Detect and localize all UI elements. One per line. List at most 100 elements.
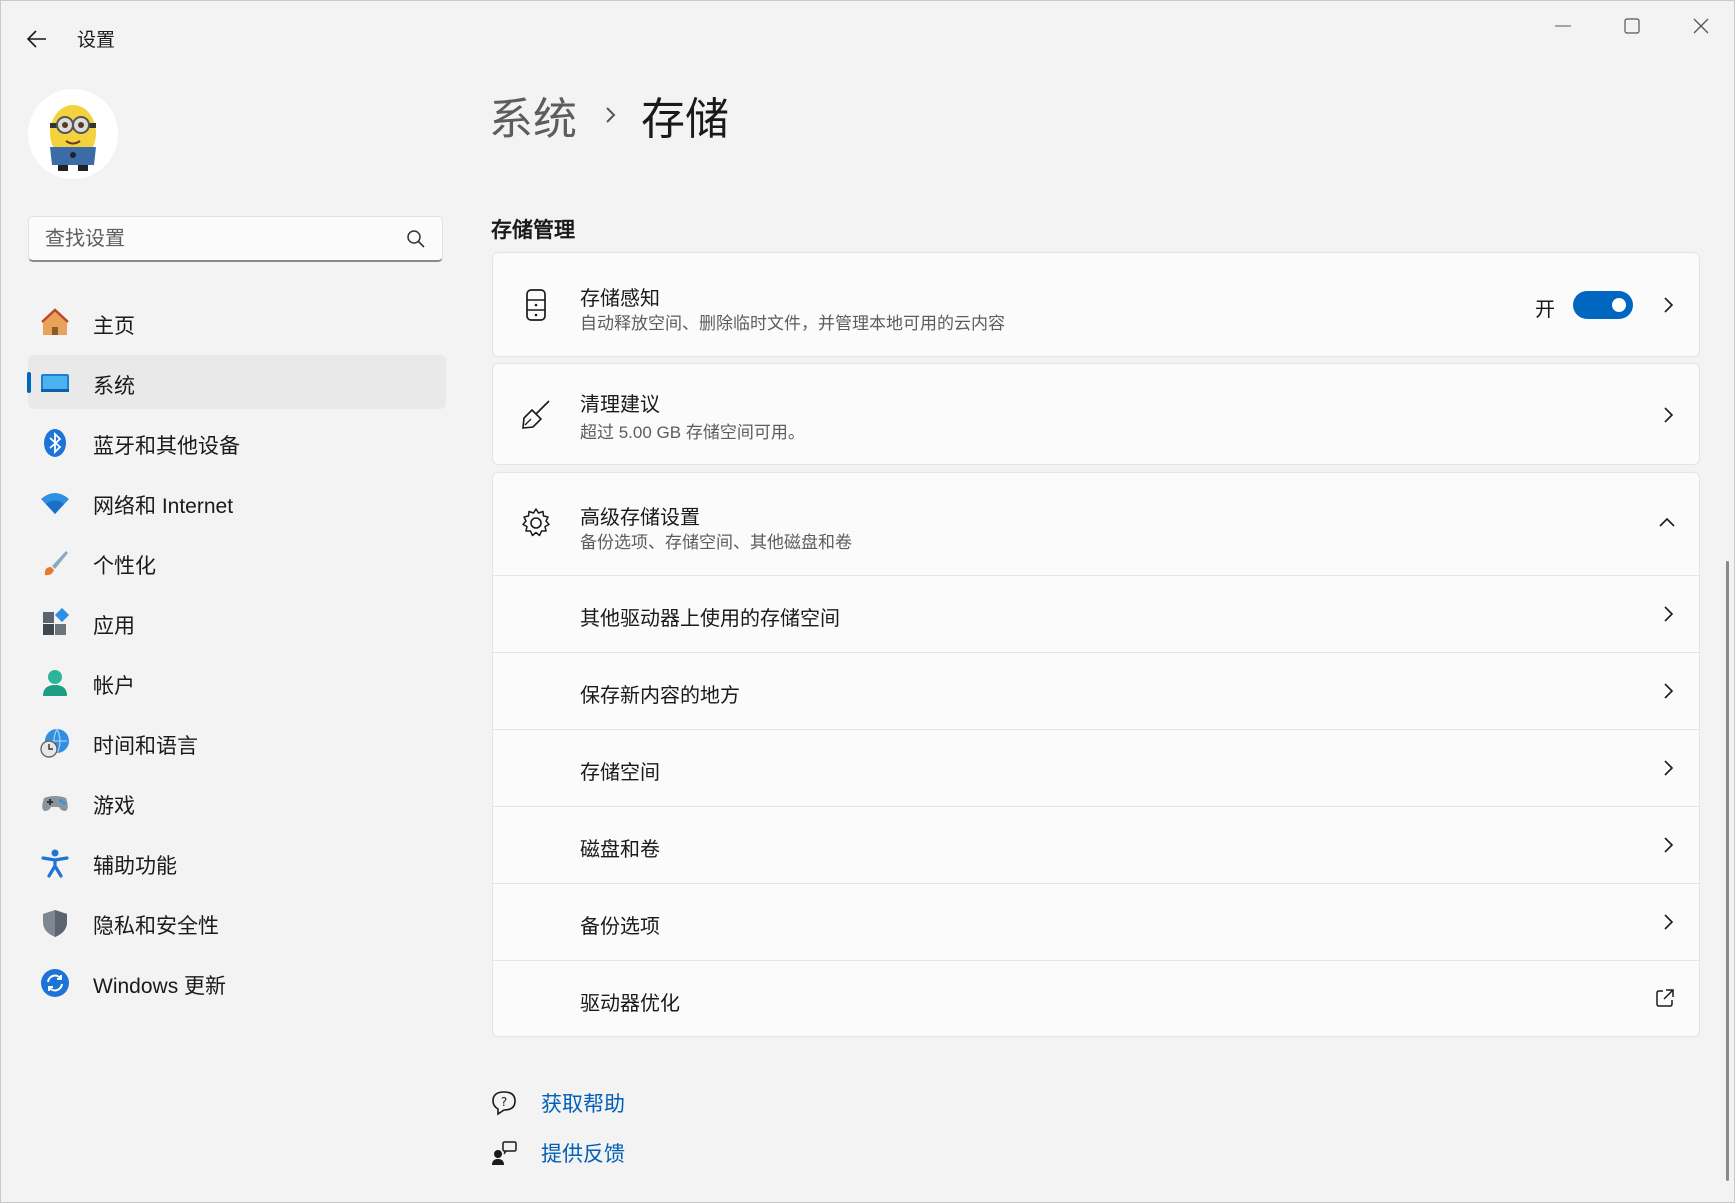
sidebar-item-apps[interactable]: 应用: [28, 595, 446, 649]
advanced-storage-header[interactable]: 高级存储设置 备份选项、存储空间、其他磁盘和卷: [493, 473, 1699, 575]
sidebar-item-label: 系统: [93, 375, 135, 398]
broom-icon: [522, 400, 550, 429]
sidebar-item-label: 时间和语言: [93, 735, 198, 758]
sidebar-item-system[interactable]: 系统: [27, 355, 446, 409]
sidebar-item-accessibility[interactable]: 辅助功能: [28, 835, 446, 889]
cleanup-title: 清理建议: [580, 394, 660, 416]
advanced-storage-card: 高级存储设置 备份选项、存储空间、其他磁盘和卷 其他驱动器上使用的存储空间 保存…: [492, 472, 1700, 1037]
sidebar-item-accounts[interactable]: 帐户: [28, 655, 446, 709]
chevron-right-icon: [1664, 837, 1674, 853]
advanced-item-label: 备份选项: [580, 916, 660, 938]
gamepad-icon: [42, 796, 68, 811]
advanced-item-storage-spaces[interactable]: 存储空间: [493, 730, 1699, 806]
advanced-item-label: 驱动器优化: [580, 993, 680, 1015]
home-icon: [41, 308, 69, 335]
minimize-button[interactable]: [1533, 9, 1593, 43]
advanced-item-backup-options[interactable]: 备份选项: [493, 884, 1699, 960]
advanced-storage-subtitle: 备份选项、存储空间、其他磁盘和卷: [580, 533, 852, 552]
accessibility-icon: [41, 849, 69, 878]
get-help-link[interactable]: ? 获取帮助: [491, 1083, 625, 1123]
advanced-item-disks-volumes[interactable]: 磁盘和卷: [493, 807, 1699, 883]
chevron-right-icon: [1664, 297, 1674, 313]
account-icon: [43, 670, 67, 696]
help-chat-icon: ?: [492, 1091, 516, 1116]
storage-drive-icon: [526, 289, 546, 321]
sidebar-item-label: 辅助功能: [93, 855, 177, 878]
avatar[interactable]: [28, 89, 118, 179]
sidebar-item-label: 个性化: [93, 555, 156, 578]
sidebar-item-label: 网络和 Internet: [93, 495, 234, 518]
apps-icon: [43, 608, 70, 635]
sidebar-item-label: 游戏: [93, 795, 135, 818]
system-display-icon: [41, 374, 69, 392]
svg-text:?: ?: [501, 1095, 507, 1109]
toggle-state-label: 开: [1535, 299, 1555, 321]
sidebar-item-personalization[interactable]: 个性化: [28, 535, 446, 589]
advanced-item-save-location[interactable]: 保存新内容的地方: [493, 653, 1699, 729]
advanced-item-label: 存储空间: [580, 762, 660, 784]
chevron-right-icon: [1664, 760, 1674, 776]
arrow-left-icon: [27, 30, 46, 48]
advanced-item-label: 磁盘和卷: [580, 839, 660, 861]
title-bar: 设置: [1, 1, 1734, 77]
close-button[interactable]: [1671, 9, 1731, 43]
wifi-icon: [41, 493, 69, 514]
sidebar-item-gaming[interactable]: 游戏: [28, 775, 446, 829]
external-link-icon: [1656, 989, 1674, 1007]
close-icon: [1693, 18, 1709, 34]
sidebar-item-label: 帐户: [93, 675, 135, 698]
search-box: [28, 216, 443, 262]
sidebar-item-bluetooth[interactable]: 蓝牙和其他设备: [28, 415, 446, 469]
section-title: 存储管理: [491, 219, 575, 242]
maximize-icon: [1624, 18, 1640, 34]
sidebar-item-label: 应用: [93, 615, 135, 638]
app-title: 设置: [77, 30, 116, 51]
toggle-knob: [1612, 298, 1626, 312]
sidebar-item-privacy[interactable]: 隐私和安全性: [28, 895, 446, 949]
cleanup-subtitle: 超过 5.00 GB 存储空间可用。: [580, 423, 805, 442]
storage-sense-card[interactable]: 存储感知 自动释放空间、删除临时文件，并管理本地可用的云内容 开: [492, 252, 1700, 357]
advanced-item-label: 其他驱动器上使用的存储空间: [580, 608, 840, 630]
sidebar-item-home[interactable]: 主页: [28, 295, 446, 349]
globe-clock-icon: [40, 728, 69, 758]
maximize-button[interactable]: [1602, 9, 1662, 43]
bluetooth-icon: [44, 429, 66, 457]
search-input[interactable]: [43, 217, 397, 261]
storage-sense-toggle[interactable]: [1573, 291, 1633, 319]
chevron-right-icon: [1664, 683, 1674, 699]
chevron-up-icon[interactable]: [1657, 515, 1677, 529]
advanced-item-drive-optimization[interactable]: 驱动器优化: [493, 961, 1699, 1037]
feedback-icon: [492, 1141, 517, 1165]
give-feedback-link[interactable]: 提供反馈: [491, 1133, 625, 1173]
cleanup-recommendations-card[interactable]: 清理建议 超过 5.00 GB 存储空间可用。: [492, 363, 1700, 465]
chevron-right-icon: [1664, 914, 1674, 930]
paintbrush-icon: [44, 551, 68, 576]
get-help-label: 获取帮助: [541, 1093, 625, 1116]
chevron-right-icon: [1664, 606, 1674, 622]
sidebar-item-label: Windows 更新: [93, 975, 227, 998]
sidebar-item-label: 主页: [93, 315, 135, 338]
chevron-right-icon: [606, 107, 616, 123]
storage-sense-subtitle: 自动释放空间、删除临时文件，并管理本地可用的云内容: [580, 314, 1005, 333]
give-feedback-label: 提供反馈: [541, 1143, 625, 1166]
user-avatar-image: [28, 89, 118, 179]
minimize-icon: [1555, 25, 1571, 27]
chevron-right-icon: [1664, 407, 1674, 423]
back-button[interactable]: [19, 21, 55, 57]
breadcrumb: 系统 存储: [489, 85, 729, 145]
shield-icon: [43, 910, 67, 937]
gear-icon: [522, 508, 550, 537]
sidebar-item-label: 隐私和安全性: [93, 915, 219, 938]
storage-sense-title: 存储感知: [580, 288, 660, 310]
sidebar-item-windows-update[interactable]: Windows 更新: [28, 955, 446, 1009]
scrollbar[interactable]: [1726, 561, 1729, 1181]
advanced-item-label: 保存新内容的地方: [580, 685, 740, 707]
sidebar-item-label: 蓝牙和其他设备: [93, 435, 240, 458]
advanced-item-other-drives[interactable]: 其他驱动器上使用的存储空间: [493, 576, 1699, 652]
sidebar-item-time-language[interactable]: 时间和语言: [28, 715, 446, 769]
sidebar-item-network[interactable]: 网络和 Internet: [28, 475, 446, 529]
settings-window: 设置 查找设置 主页 系统 蓝牙和其他设备 网络和 Internet 个性化 应…: [0, 0, 1735, 1203]
sidebar-nav: 主页 系统 蓝牙和其他设备 网络和 Internet 个性化 应用 帐户 时间和…: [27, 295, 446, 1015]
breadcrumb-parent[interactable]: 系统: [489, 83, 577, 147]
search-icon[interactable]: [406, 229, 426, 249]
